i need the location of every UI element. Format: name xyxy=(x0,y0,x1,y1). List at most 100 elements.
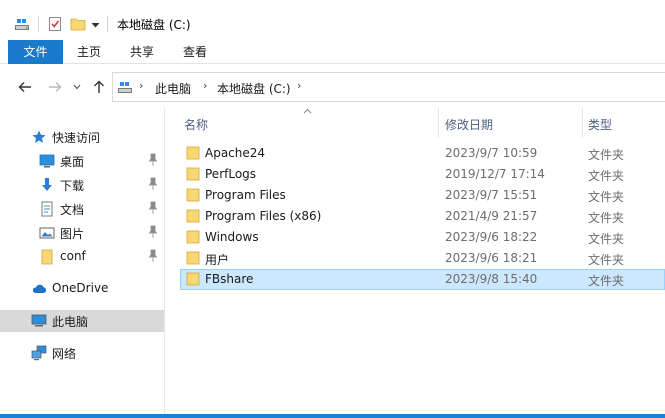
download-icon xyxy=(42,178,52,191)
computer-icon xyxy=(31,314,47,327)
file-name: Program Files xyxy=(205,188,286,202)
file-type: 文件夹 xyxy=(588,148,625,162)
breadcrumb-chevron-icon[interactable]: › xyxy=(139,79,143,92)
file-row[interactable]: PerfLogs 2019/12/7 17:14 文件夹 xyxy=(180,164,665,185)
file-type: 文件夹 xyxy=(588,211,625,225)
star-icon xyxy=(32,130,46,143)
back-arrow-icon[interactable] xyxy=(18,81,32,93)
sidebar-item-label: OneDrive xyxy=(52,281,109,295)
column-divider[interactable] xyxy=(582,108,583,138)
file-type: 文件夹 xyxy=(588,232,625,246)
file-list: 名称 修改日期 类型 Apache24 2023/9/7 10:59 文件夹 P… xyxy=(165,108,665,414)
forward-arrow-icon[interactable] xyxy=(48,81,62,93)
breadcrumb-this-pc[interactable]: 此电脑 xyxy=(155,80,191,97)
file-type: 文件夹 xyxy=(588,190,625,204)
sidebar-item-label: conf xyxy=(60,249,86,263)
file-row[interactable]: Program Files 2023/9/7 15:51 文件夹 xyxy=(180,185,665,206)
file-name: Apache24 xyxy=(205,146,266,160)
pin-icon[interactable] xyxy=(148,153,158,167)
pin-icon[interactable] xyxy=(148,225,158,239)
file-date: 2019/12/7 17:14 xyxy=(445,167,545,181)
sidebar-item-documents[interactable]: 文档 xyxy=(0,198,164,220)
file-date: 2023/9/7 10:59 xyxy=(445,146,538,160)
pictures-icon xyxy=(39,227,55,239)
file-row[interactable]: 用户 2023/9/6 18:21 文件夹 xyxy=(180,248,665,269)
file-row-selected[interactable]: FBshare 2023/9/8 15:40 文件夹 xyxy=(180,269,665,290)
folder-icon xyxy=(186,167,200,181)
file-type: 文件夹 xyxy=(588,253,625,267)
file-date: 2021/4/9 21:57 xyxy=(445,209,538,223)
sidebar-item-network[interactable]: 网络 xyxy=(0,342,164,364)
file-name: Windows xyxy=(205,230,259,244)
tab-share[interactable]: 共享 xyxy=(117,40,167,64)
breadcrumb-chevron-icon[interactable]: › xyxy=(203,79,207,92)
sidebar-item-label: 桌面 xyxy=(60,155,85,169)
tab-file[interactable]: 文件 xyxy=(8,40,63,64)
file-type: 文件夹 xyxy=(588,169,625,183)
sidebar-item-label: 文档 xyxy=(60,203,85,217)
column-header-date[interactable]: 修改日期 xyxy=(445,116,493,133)
tab-view[interactable]: 查看 xyxy=(170,40,220,64)
file-name: PerfLogs xyxy=(205,167,257,181)
sidebar-item-quick-access[interactable]: 快速访问 xyxy=(0,126,164,148)
file-date: 2023/9/7 15:51 xyxy=(445,188,538,202)
network-icon xyxy=(31,345,47,361)
breadcrumb-local-disk[interactable]: 本地磁盘 (C:) xyxy=(217,80,291,97)
cloud-icon xyxy=(32,284,47,293)
pin-icon[interactable] xyxy=(148,177,158,191)
folder-icon xyxy=(186,146,200,160)
file-type: 文件夹 xyxy=(588,274,625,288)
folder-icon xyxy=(41,249,53,265)
sidebar-item-downloads[interactable]: 下载 xyxy=(0,174,164,196)
sidebar-item-label: 网络 xyxy=(52,347,77,361)
sidebar-item-label: 图片 xyxy=(60,227,85,241)
sidebar-item-label: 此电脑 xyxy=(52,315,89,329)
file-name: FBshare xyxy=(205,272,254,286)
sidebar-item-this-pc[interactable]: 此电脑 xyxy=(0,310,164,332)
column-header-name[interactable]: 名称 xyxy=(184,116,208,133)
properties-icon[interactable] xyxy=(47,16,63,32)
file-name: 用户 xyxy=(205,253,230,267)
tab-home[interactable]: 主页 xyxy=(64,40,114,64)
file-name: Program Files (x86) xyxy=(205,209,322,223)
folder-icon xyxy=(186,230,200,244)
column-divider[interactable] xyxy=(438,108,439,138)
chevron-down-icon[interactable] xyxy=(91,21,100,29)
sidebar-item-pictures[interactable]: 图片 xyxy=(0,222,164,244)
drive-icon xyxy=(15,19,29,30)
title-separator xyxy=(107,16,108,32)
new-folder-icon[interactable] xyxy=(70,16,86,32)
file-date: 2023/9/8 15:40 xyxy=(445,272,538,286)
sidebar-item-desktop[interactable]: 桌面 xyxy=(0,150,164,172)
file-date: 2023/9/6 18:21 xyxy=(445,251,538,265)
folder-icon xyxy=(186,209,200,223)
window-title: 本地磁盘 (C:) xyxy=(117,18,191,32)
sidebar-item-label: 下载 xyxy=(60,179,85,193)
pin-icon[interactable] xyxy=(148,249,158,263)
file-date: 2023/9/6 18:22 xyxy=(445,230,538,244)
title-bar: 本地磁盘 (C:) xyxy=(0,0,665,40)
file-row[interactable]: Program Files (x86) 2021/4/9 21:57 文件夹 xyxy=(180,206,665,227)
ribbon-tabs: 文件 主页 共享 查看 xyxy=(0,40,665,64)
breadcrumb-chevron-icon[interactable]: › xyxy=(297,79,301,92)
folder-icon xyxy=(186,272,200,286)
folder-icon xyxy=(186,188,200,202)
sidebar-item-onedrive[interactable]: OneDrive xyxy=(0,278,164,300)
drive-icon xyxy=(118,82,132,93)
sidebar-item-conf[interactable]: conf xyxy=(0,246,164,268)
history-chevron-icon[interactable] xyxy=(73,84,81,90)
address-bar[interactable]: › 此电脑 › 本地磁盘 (C:) › xyxy=(112,72,665,102)
file-row[interactable]: Apache24 2023/9/7 10:59 文件夹 xyxy=(180,143,665,164)
file-explorer-window: 本地磁盘 (C:) 文件 主页 共享 查看 › 此电脑 › 本地磁盘 (C:) … xyxy=(0,0,665,414)
desktop-icon xyxy=(39,154,55,168)
document-icon xyxy=(41,201,53,217)
sidebar-item-label: 快速访问 xyxy=(52,131,101,145)
file-row[interactable]: Windows 2023/9/6 18:22 文件夹 xyxy=(180,227,665,248)
pin-icon[interactable] xyxy=(148,201,158,215)
up-arrow-icon[interactable] xyxy=(93,80,105,94)
sort-up-icon xyxy=(303,108,312,114)
column-header-type[interactable]: 类型 xyxy=(588,116,612,133)
folder-icon xyxy=(186,251,200,265)
title-separator xyxy=(38,16,39,32)
navigation-pane: 快速访问 桌面 下载 文档 图片 conf OneDrive 此电脑 网络 xyxy=(0,108,164,414)
